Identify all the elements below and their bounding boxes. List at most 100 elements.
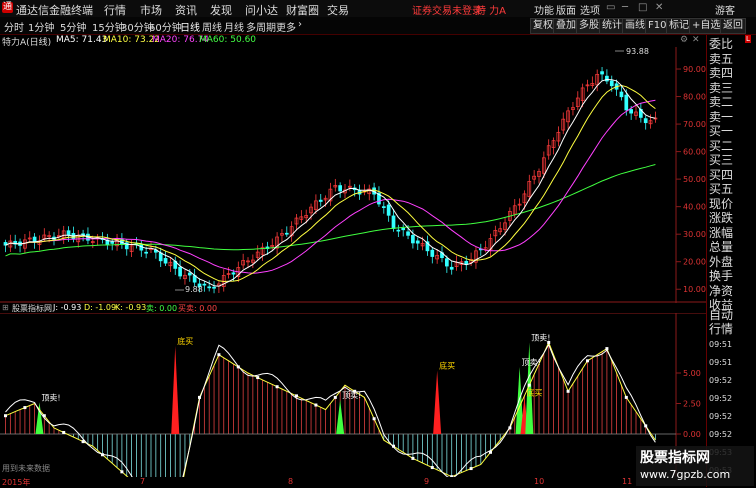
menu-layout[interactable]: 版面 xyxy=(556,2,576,17)
app-title: 通达信金融终端 xyxy=(16,4,93,17)
sidebar-label-13: 涨幅 xyxy=(709,225,734,240)
sidebar-label-9: 买四 xyxy=(709,167,734,182)
candle-body xyxy=(163,258,168,264)
period-tab-multi[interactable]: 多周期 xyxy=(246,19,276,34)
signal-label: 底买 xyxy=(439,361,455,371)
tick-time: 09:52 xyxy=(709,394,733,403)
candle-body xyxy=(624,94,629,111)
candle-body xyxy=(381,206,386,208)
tick-time: 09:51 xyxy=(709,358,733,367)
candle-body xyxy=(386,204,391,216)
menu-wealth[interactable]: 财富圈 xyxy=(286,2,319,18)
indicator-d: D: -1.09 xyxy=(84,303,117,312)
sidebar-label-0: 委比 xyxy=(709,37,734,51)
indicator-dot xyxy=(644,424,648,428)
menu-options[interactable]: 选项 xyxy=(580,2,600,17)
window-max-icon[interactable]: □ xyxy=(638,2,647,13)
sidebar-label-2: 卖四 xyxy=(709,66,734,80)
indicator-header: ⊞ 股票指标网 J: -0.93 D: -1.09 K: -0.93 卖: 0.… xyxy=(0,303,706,313)
price-tick: 40.00 xyxy=(683,203,706,212)
indicator-dot xyxy=(275,385,279,389)
indicator-dot xyxy=(469,467,473,471)
signal-label: 顶卖! xyxy=(41,393,60,402)
candle-body xyxy=(202,283,207,286)
indicator-dot xyxy=(295,394,298,398)
indicator-tick: 5.00 xyxy=(683,369,701,378)
indicator-dot xyxy=(81,440,85,444)
sidebar-auto[interactable]: 自动 xyxy=(709,308,733,322)
indicator-dot xyxy=(256,376,260,380)
tab-back[interactable]: 返回 xyxy=(720,18,746,34)
menu-function[interactable]: 功能 xyxy=(534,2,554,17)
menu-quote[interactable]: 行情 xyxy=(104,2,126,18)
sidebar-label-4: 卖二 xyxy=(709,95,734,109)
indicator-chart[interactable]: 顶卖!底买顶卖!底买 顶卖!底买顶卖! 5.002.500.00 用到未来数据 xyxy=(0,313,706,477)
tick-time: 09:52 xyxy=(709,376,733,385)
menu-news[interactable]: 资讯 xyxy=(175,2,197,18)
menu-discover[interactable]: 发现 xyxy=(210,2,232,18)
signal-label: 顶卖! xyxy=(342,391,361,400)
sidebar-label-7: 买二 xyxy=(709,138,734,153)
indicator-dot xyxy=(120,470,124,474)
candle-body xyxy=(318,199,323,202)
indicator-dot xyxy=(430,466,434,470)
candle-body xyxy=(187,272,192,276)
indicator-dot xyxy=(101,453,104,457)
chart-settings-icon[interactable]: ⚙ xyxy=(680,35,688,45)
watermark-title: 股票指标网 xyxy=(640,450,710,466)
future-data-notice: 用到未来数据 xyxy=(2,463,50,473)
menu-ask[interactable]: 问小达 xyxy=(245,2,278,18)
candle-body xyxy=(144,251,148,254)
candle-body xyxy=(449,266,454,270)
candle-body xyxy=(406,231,410,236)
quote-sidebar: L 委比 卖五 卖四 卖三 卖二 卖一 买一 买二 买三 买四 买五 现价 涨跌 涨幅 总量 外盘 换手 净资 收益… xyxy=(706,35,756,487)
window-min-icon[interactable]: ─ xyxy=(622,2,628,13)
period-tab-15min[interactable]: 15分钟 xyxy=(92,19,125,34)
menu-market[interactable]: 市场 xyxy=(140,2,162,18)
sidebar-label-12: 涨跌 xyxy=(709,211,734,225)
period-tab-5min[interactable]: 5分钟 xyxy=(60,19,86,34)
period-tab-60min[interactable]: 60分钟 xyxy=(149,19,182,34)
ma5-label: MA5: 71.43 xyxy=(56,35,108,45)
period-tab-more[interactable]: 更多 xyxy=(276,19,296,34)
stock-name: 特 力A xyxy=(476,6,507,17)
candle-body xyxy=(391,215,396,229)
candle-body xyxy=(445,258,449,267)
candle-body xyxy=(66,230,71,236)
user-label[interactable]: 游客 xyxy=(715,2,735,17)
sidebar-label-16: 换手 xyxy=(709,269,734,283)
sidebar-label-5: 卖一 xyxy=(709,109,734,124)
sidebar-tick-title: 行情 xyxy=(709,322,734,336)
menu-trade[interactable]: 交易 xyxy=(327,2,349,18)
indicator-dot xyxy=(411,456,415,460)
period-tab-1min[interactable]: 1分钟 xyxy=(28,19,54,34)
indicator-tick: 2.50 xyxy=(683,400,701,409)
candle-body xyxy=(629,109,634,114)
more-chevron-icon[interactable]: › xyxy=(298,19,302,30)
tab-add-favorite[interactable]: +自选 xyxy=(689,18,724,34)
watermark: 股票指标网 www.7gpzb.com xyxy=(636,446,754,486)
indicator-dot xyxy=(333,395,337,399)
sidebar-label-11: 现价 xyxy=(709,196,734,211)
price-tick: 50.00 xyxy=(683,175,706,184)
signal-label: 底买 xyxy=(177,336,193,346)
window-restore-icon[interactable]: ▭ xyxy=(606,2,615,13)
login-notice[interactable]: 证券交易未登录 xyxy=(412,2,482,17)
period-tab-weekly[interactable]: 周线 xyxy=(202,19,222,34)
indicator-dot xyxy=(508,426,512,430)
window-close-icon[interactable]: ✕ xyxy=(655,2,663,13)
date-label-nov: 11 xyxy=(622,477,633,486)
chart-close-icon[interactable]: ✕ xyxy=(692,35,700,45)
price-tick: 90.00 xyxy=(683,65,706,74)
period-tab-daily[interactable]: 日线 xyxy=(180,19,200,34)
indicator-dot xyxy=(372,417,376,421)
menu-bar: 通 通达信金融终端 行情 市场 资讯 发现 问小达 财富圈 交易 证券交易未登录… xyxy=(0,0,756,18)
period-tab-monthly[interactable]: 月线 xyxy=(224,19,244,34)
period-tab-timeshare[interactable]: 分时 xyxy=(4,19,24,34)
indicator-menu-icon[interactable]: ⊞ xyxy=(2,303,9,312)
candlestick-chart[interactable]: 90.00 80.00 70.00 60.00 50.00 40.00 30.00 20.00… xyxy=(0,47,706,303)
candle-body xyxy=(212,286,216,289)
indicator-dot xyxy=(42,414,46,418)
indicator-dot xyxy=(489,450,492,454)
price-tick: 30.00 xyxy=(683,230,706,239)
